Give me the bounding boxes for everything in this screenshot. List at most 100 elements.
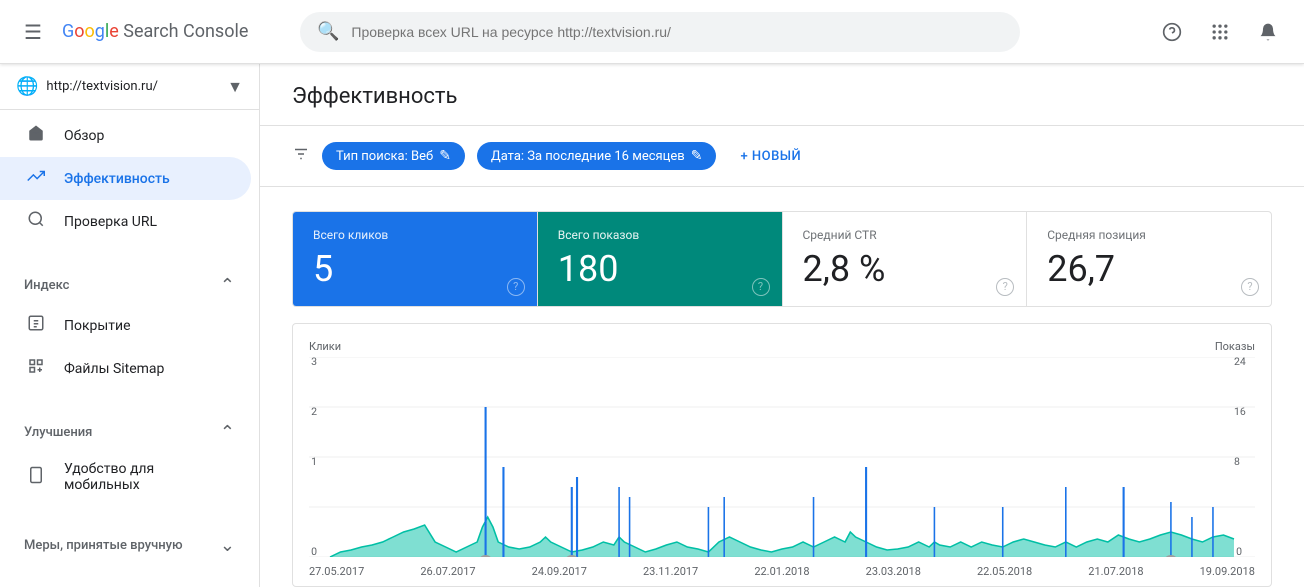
sidebar-item-label: Проверка URL — [64, 214, 157, 230]
manual-actions-collapse-icon[interactable]: ⌄ — [220, 535, 235, 556]
links-nav: Ссылки — [0, 576, 259, 587]
chart-right-axis-label: Показы — [1215, 340, 1255, 353]
svg-text:0: 0 — [311, 545, 317, 557]
improvements-section-header: Улучшения ⌃ — [0, 410, 259, 447]
metric-impressions-label: Всего показов — [558, 228, 762, 242]
layout: 🌐 http://textvision.ru/ ▼ Обзор Эффектив… — [0, 64, 1304, 587]
svg-text:3: 3 — [311, 357, 317, 368]
metric-ctr-value: 2,8 % — [803, 250, 1007, 290]
app-title: Google Search Console — [62, 21, 248, 42]
index-section-label: Индекс — [24, 278, 69, 293]
add-filter-button[interactable]: + НОВЫЙ — [728, 143, 813, 170]
property-url: http://textvision.ru/ — [46, 79, 219, 94]
x-label-2: 24.09.2017 — [532, 565, 587, 578]
apps-button[interactable] — [1200, 12, 1240, 52]
metric-impressions[interactable]: Всего показов 180 ? — [538, 212, 783, 306]
svg-text:0: 0 — [1236, 545, 1242, 557]
manual-actions-section-header: Меры, принятые вручную ⌄ — [0, 523, 259, 560]
x-label-1: 26.07.2017 — [420, 565, 475, 578]
metric-position-help[interactable]: ? — [1241, 278, 1259, 296]
metric-ctr-help[interactable]: ? — [996, 278, 1014, 296]
sidebar-item-mobile[interactable]: Удобство для мобильных — [0, 451, 251, 503]
svg-text:16: 16 — [1234, 405, 1246, 418]
sidebar-item-label: Файлы Sitemap — [64, 361, 164, 377]
date-edit-icon: ✎ — [691, 148, 703, 164]
search-type-edit-icon: ✎ — [439, 148, 451, 164]
index-collapse-icon[interactable]: ⌃ — [220, 275, 235, 296]
notifications-button[interactable] — [1248, 12, 1288, 52]
improvements-nav: Удобство для мобильных — [0, 447, 259, 507]
sidebar-item-coverage[interactable]: Покрытие — [0, 304, 251, 347]
menu-icon[interactable]: ☰ — [16, 12, 50, 52]
sidebar-item-sitemaps[interactable]: Файлы Sitemap — [0, 347, 251, 390]
index-nav: Покрытие Файлы Sitemap — [0, 300, 259, 394]
sidebar-item-performance[interactable]: Эффективность — [0, 157, 251, 200]
globe-icon: 🌐 — [16, 76, 38, 97]
metrics-row: Всего кликов 5 ? Всего показов 180 ? Сре… — [292, 211, 1272, 307]
svg-text:1: 1 — [311, 455, 317, 468]
date-filter[interactable]: Дата: За последние 16 месяцев ✎ — [477, 142, 717, 170]
header-left: ☰ Google Search Console — [16, 12, 276, 52]
date-label: Дата: За последние 16 месяцев — [491, 149, 685, 164]
coverage-icon — [24, 314, 48, 337]
property-selector[interactable]: 🌐 http://textvision.ru/ ▼ — [0, 64, 259, 110]
metric-clicks-help[interactable]: ? — [507, 278, 525, 296]
dropdown-icon: ▼ — [227, 77, 243, 97]
search-input[interactable] — [351, 24, 1003, 40]
sidebar-item-label: Эффективность — [64, 171, 170, 187]
filters-bar: Тип поиска: Веб ✎ Дата: За последние 16 … — [260, 126, 1304, 187]
chart-axis-labels: Клики Показы — [309, 340, 1255, 353]
metric-clicks-value: 5 — [313, 250, 517, 290]
x-label-6: 22.05.2018 — [977, 565, 1032, 578]
x-label-8: 19.09.2018 — [1200, 565, 1255, 578]
sidebar-item-url-inspection[interactable]: Проверка URL — [0, 200, 251, 243]
metric-clicks-label: Всего кликов — [313, 228, 517, 242]
metric-impressions-value: 180 — [558, 250, 762, 290]
filter-icon[interactable] — [292, 145, 310, 168]
metric-impressions-help[interactable]: ? — [752, 278, 770, 296]
help-button[interactable] — [1152, 12, 1192, 52]
page-title: Эффективность — [292, 84, 1272, 109]
svg-text:2: 2 — [311, 405, 317, 418]
metric-ctr-label: Средний CTR — [803, 228, 1007, 242]
top-header: ☰ Google Search Console 🔍 — [0, 0, 1304, 64]
metric-position-value: 26,7 — [1047, 250, 1251, 290]
chart-x-labels: 27.05.2017 26.07.2017 24.09.2017 23.11.2… — [309, 561, 1255, 578]
header-right — [1152, 12, 1288, 52]
search-type-filter[interactable]: Тип поиска: Веб ✎ — [322, 142, 465, 170]
mobile-icon — [24, 466, 48, 489]
improvements-collapse-icon[interactable]: ⌃ — [220, 422, 235, 443]
search-icon — [24, 210, 48, 233]
sidebar-item-label: Покрытие — [64, 318, 131, 334]
chart-container: Клики Показы 3 2 1 0 24 16 8 0 — [292, 323, 1272, 587]
index-section-header: Индекс ⌃ — [0, 263, 259, 300]
x-label-7: 21.07.2018 — [1088, 565, 1143, 578]
sitemap-icon — [24, 357, 48, 380]
sidebar-item-label: Удобство для мобильных — [64, 461, 227, 493]
search-icon: 🔍 — [317, 21, 339, 42]
sidebar: 🌐 http://textvision.ru/ ▼ Обзор Эффектив… — [0, 64, 260, 587]
x-label-0: 27.05.2017 — [309, 565, 364, 578]
improvements-section-label: Улучшения — [24, 425, 92, 440]
x-label-5: 23.03.2018 — [866, 565, 921, 578]
search-type-label: Тип поиска: Веб — [336, 149, 433, 164]
main-nav: Обзор Эффективность Проверка URL — [0, 110, 259, 247]
metric-position-label: Средняя позиция — [1047, 228, 1251, 242]
page-header: Эффективность — [260, 64, 1304, 126]
sidebar-item-overview[interactable]: Обзор — [0, 114, 251, 157]
svg-text:24: 24 — [1234, 357, 1246, 368]
metric-clicks[interactable]: Всего кликов 5 ? — [293, 212, 538, 306]
x-label-3: 23.11.2017 — [643, 565, 698, 578]
svg-text:8: 8 — [1234, 455, 1240, 468]
home-icon — [24, 124, 48, 147]
add-filter-label: + НОВЫЙ — [740, 149, 801, 164]
sidebar-item-links[interactable]: Ссылки — [0, 580, 251, 587]
search-bar: 🔍 — [300, 12, 1020, 52]
metric-ctr[interactable]: Средний CTR 2,8 % ? — [783, 212, 1028, 306]
chart-left-axis-label: Клики — [309, 340, 341, 353]
sidebar-item-label: Обзор — [64, 128, 104, 144]
main-content: Эффективность Тип поиска: Веб ✎ Дата: За… — [260, 64, 1304, 587]
manual-actions-label: Меры, принятые вручную — [24, 538, 183, 553]
x-label-4: 22.01.2018 — [754, 565, 809, 578]
metric-position[interactable]: Средняя позиция 26,7 ? — [1027, 212, 1271, 306]
